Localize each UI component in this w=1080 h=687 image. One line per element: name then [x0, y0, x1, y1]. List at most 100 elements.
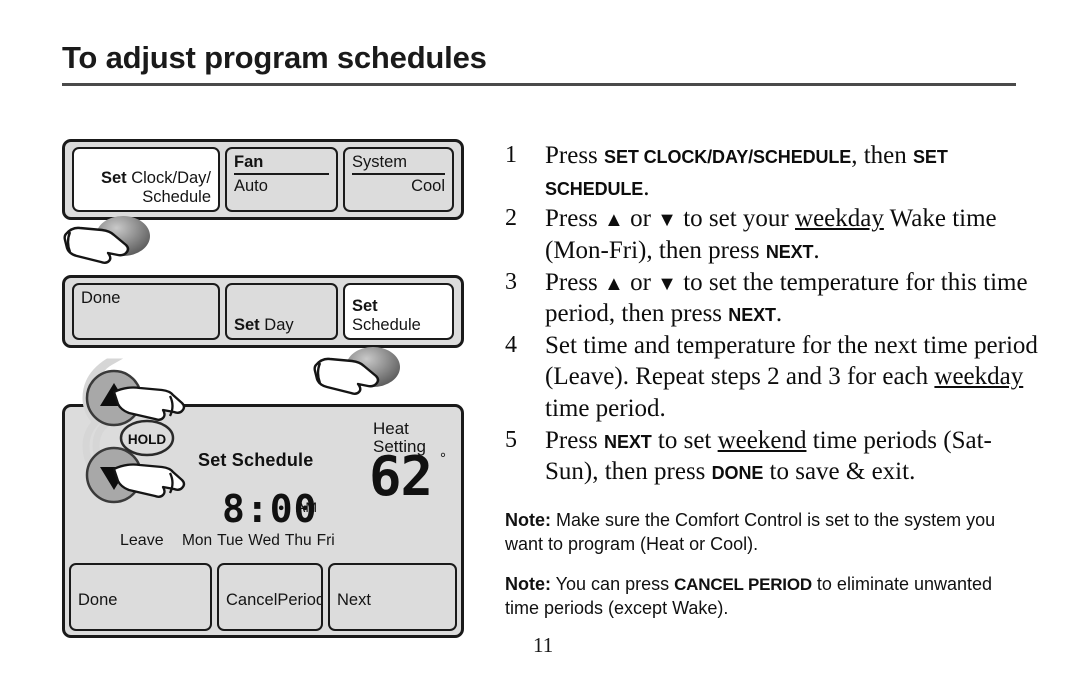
- button-done-middle[interactable]: Done: [72, 283, 220, 340]
- instruction-step: 4 Set time and temperature for the next t…: [505, 330, 1045, 425]
- display-days: Mon Tue Wed Thu Fri: [182, 532, 340, 550]
- plain-text: , then: [851, 142, 914, 169]
- note-label: Note:: [505, 573, 551, 594]
- step-number: 2: [505, 205, 517, 232]
- display-mode-label: Set Schedule: [198, 450, 314, 470]
- schedule-text: Schedule: [142, 188, 211, 207]
- button-cancel-period[interactable]: CancelPeriod: [217, 563, 323, 631]
- set-day-prefix: Set: [234, 316, 260, 335]
- display-day-thu: Thu: [284, 532, 312, 549]
- note: Note: You can press CANCEL PERIOD to eli…: [505, 573, 1025, 621]
- display-period-label: Leave: [120, 532, 164, 549]
- button-set-day[interactable]: Set Day: [225, 283, 338, 340]
- step-text: Press ▲ or ▼ to set your weekday Wake ti…: [545, 203, 1045, 266]
- done-bottom-label: Done: [78, 591, 118, 609]
- plain-text: or: [623, 268, 658, 296]
- plain-text: .: [643, 173, 650, 201]
- set-day-rest: Day: [259, 316, 294, 335]
- plain-text: Press: [545, 268, 605, 296]
- system-value: Cool: [411, 176, 445, 195]
- button-name-reference: Next: [765, 241, 814, 262]
- display-day-fri: Fri: [316, 532, 335, 549]
- display-day-tue: Tue: [217, 532, 244, 549]
- button-name-reference: Done: [711, 463, 764, 484]
- system-header: System: [352, 153, 445, 175]
- display-meridiem: AM: [296, 499, 317, 515]
- arrow-button-cluster: HOLD: [78, 356, 200, 516]
- plain-text: Press: [545, 142, 605, 169]
- plain-text: Press: [545, 426, 605, 454]
- set-prefix: Set: [100, 169, 127, 188]
- display-day-wed: Wed: [248, 532, 280, 549]
- display-temperature: 62: [369, 445, 433, 508]
- emphasis-text: weekday: [795, 205, 884, 233]
- set-schedule-label: Set Schedule: [352, 297, 445, 335]
- button-name-reference: Next: [728, 305, 776, 326]
- page-number: 11: [533, 633, 554, 657]
- step-text: Press ▲ or ▼ to set the temperature for …: [545, 267, 1045, 330]
- instruction-step: 3 Press ▲ or ▼ to set the temperature for…: [505, 267, 1045, 330]
- step-number: 3: [505, 268, 517, 295]
- instruction-step: 1 Press Set Clock/Day/Schedule, then Set …: [505, 140, 1045, 203]
- down-arrow-icon: ▼: [657, 209, 677, 232]
- next-label: Next: [337, 591, 371, 609]
- notes-section: Note: Make sure the Comfort Control is s…: [505, 509, 1025, 637]
- hold-button-label: HOLD: [128, 432, 166, 447]
- button-name-reference: CANCEL PERIOD: [674, 574, 812, 594]
- fan-header: Fan: [234, 153, 329, 175]
- thermostat-panel-top: Set Clock/Day/ Schedule Fan Auto System …: [62, 139, 464, 220]
- button-name-reference: Set Clock/Day/Schedule: [604, 147, 852, 167]
- display-day-mon: Mon: [182, 532, 213, 549]
- down-arrow-icon: ▼: [657, 272, 677, 295]
- button-next[interactable]: Next: [328, 563, 457, 631]
- set-clock-day-schedule-label: Set Clock/Day/ Schedule: [81, 169, 211, 207]
- step-text: Press Next to set weekend time periods (…: [545, 425, 1045, 488]
- done-label: Done: [81, 289, 121, 307]
- display-degree-symbol: °: [440, 450, 446, 467]
- panel-middle-button-row: Done Set Day Set Schedule: [72, 283, 454, 340]
- emphasis-text: weekday: [934, 363, 1024, 391]
- setting-label-line1: Heat: [373, 419, 409, 438]
- up-arrow-icon: ▲: [604, 272, 624, 295]
- instruction-step: 5 Press Next to set weekend time periods …: [505, 425, 1045, 488]
- set-day-label: Set Day: [234, 316, 329, 335]
- plain-text: Press: [545, 205, 605, 233]
- button-name-reference: Next: [604, 431, 652, 452]
- plain-text: .: [813, 236, 820, 264]
- note-label: Note:: [505, 510, 551, 530]
- hand-pointer-icon-1: [62, 214, 162, 274]
- panel-display-button-row: Done CancelPeriod Next: [69, 563, 457, 631]
- clock-day-text: Clock/Day/: [126, 169, 211, 188]
- plain-text: or: [623, 205, 658, 233]
- emphasis-text: weekend: [717, 426, 807, 454]
- button-system[interactable]: System Cool: [343, 147, 454, 212]
- page-title: To adjust program schedules: [62, 40, 487, 75]
- instruction-step-list: 1 Press Set Clock/Day/Schedule, then Set …: [505, 140, 1045, 488]
- instruction-step: 2 Press ▲ or ▼ to set your weekday Wake t…: [505, 203, 1045, 266]
- button-set-clock-day-schedule[interactable]: Set Clock/Day/ Schedule: [72, 147, 220, 212]
- button-set-schedule[interactable]: Set Schedule: [343, 283, 454, 340]
- panel-top-button-row: Set Clock/Day/ Schedule Fan Auto System …: [72, 147, 454, 212]
- up-arrow-icon: ▲: [604, 209, 624, 232]
- note: Note: Make sure the Comfort Control is s…: [505, 509, 1025, 557]
- button-done-bottom[interactable]: Done: [69, 563, 212, 631]
- step-number: 4: [505, 331, 517, 358]
- cancel-period-label: CancelPeriod: [226, 591, 323, 609]
- plain-text: Make sure the Comfort Control is set to …: [505, 510, 996, 554]
- plain-text: time period.: [545, 395, 666, 422]
- set-schedule-rest: Schedule: [352, 316, 421, 335]
- plain-text: .: [775, 300, 783, 328]
- step-number: 1: [505, 142, 517, 168]
- hand-pointer-icon-2: [312, 345, 412, 405]
- thermostat-panel-middle: Done Set Day Set Schedule: [62, 275, 464, 348]
- title-divider: [62, 83, 1016, 86]
- set-schedule-prefix: Set: [352, 297, 378, 316]
- plain-text: to save & exit.: [763, 458, 916, 486]
- plain-text: You can press: [551, 573, 675, 594]
- step-text: Press Set Clock/Day/Schedule, then Set S…: [545, 140, 1045, 203]
- fan-value: Auto: [234, 176, 268, 195]
- plain-text: to set your: [676, 205, 796, 233]
- plain-text: to set: [651, 426, 718, 454]
- step-number: 5: [505, 426, 517, 453]
- button-fan[interactable]: Fan Auto: [225, 147, 338, 212]
